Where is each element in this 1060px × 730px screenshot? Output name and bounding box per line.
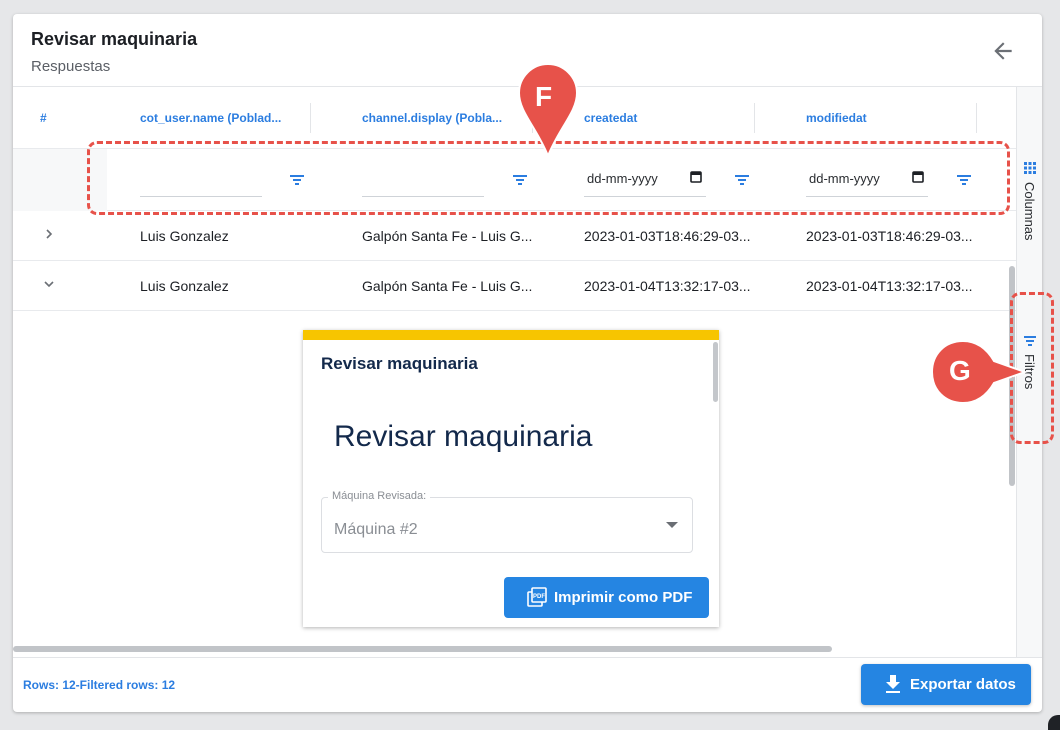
chevron-right-icon[interactable] <box>43 228 55 240</box>
column-separator[interactable] <box>976 103 977 133</box>
arrow-left-icon[interactable] <box>990 38 1016 64</box>
cell-user-name: Luis Gonzalez <box>140 228 229 244</box>
table-row[interactable]: Luis Gonzalez Galpón Santa Fe - Luis G..… <box>13 211 1016 261</box>
response-detail-card: Revisar maquinaria Revisar maquinaria Má… <box>303 330 719 627</box>
machine-select-value: Máquina #2 <box>334 521 418 538</box>
column-header-user-name[interactable]: cot_user.name (Poblad... <box>140 111 281 125</box>
column-header-createdat[interactable]: createdat <box>584 111 637 125</box>
grid-columns-icon <box>1024 162 1036 174</box>
page-title: Revisar maquinaria <box>31 29 198 49</box>
annotation-marker-f-label: F <box>535 81 553 112</box>
column-header-index[interactable]: # <box>40 111 47 125</box>
annotation-marker-g <box>930 339 1028 405</box>
column-header-channel[interactable]: channel.display (Pobla... <box>362 111 502 125</box>
pdf-icon: PDF <box>527 587 547 607</box>
print-pdf-label: Imprimir como PDF <box>554 589 693 606</box>
cell-modifiedat: 2023-01-04T13:32:17-03... <box>806 278 973 294</box>
cell-user-name: Luis Gonzalez <box>140 278 229 294</box>
column-separator[interactable] <box>310 103 311 133</box>
export-data-label: Exportar datos <box>910 676 1016 693</box>
table-row[interactable]: Luis Gonzalez Galpón Santa Fe - Luis G..… <box>13 261 1016 311</box>
row-count: Rows: 12-Filtered rows: 12 <box>23 678 176 692</box>
horizontal-scrollbar[interactable] <box>13 646 832 652</box>
columns-tab[interactable]: Columnas <box>1017 87 1042 262</box>
machine-select[interactable]: Máquina Revisada: Máquina #2 <box>321 490 693 553</box>
cell-createdat: 2023-01-04T13:32:17-03... <box>584 278 751 294</box>
download-icon <box>886 675 900 693</box>
annotation-marker-g-label: G <box>949 355 971 386</box>
form-heading: Revisar maquinaria <box>334 420 593 453</box>
columns-tab-label: Columnas <box>1022 182 1037 241</box>
caret-down-icon <box>666 522 678 528</box>
column-separator[interactable] <box>754 103 755 133</box>
cell-channel: Galpón Santa Fe - Luis G... <box>362 278 533 294</box>
machine-select-label: Máquina Revisada: <box>328 490 431 502</box>
cell-modifiedat: 2023-01-03T18:46:29-03... <box>806 228 973 244</box>
pdf-icon-text: PDF <box>533 594 545 600</box>
export-data-button[interactable]: Exportar datos <box>861 664 1031 705</box>
page-subtitle: Respuestas <box>31 58 111 75</box>
print-pdf-button[interactable]: PDF Imprimir como PDF <box>504 577 709 618</box>
card-title: Revisar maquinaria <box>321 354 478 373</box>
cell-channel: Galpón Santa Fe - Luis G... <box>362 228 533 244</box>
window-corner <box>1048 715 1060 730</box>
cell-createdat: 2023-01-03T18:46:29-03... <box>584 228 751 244</box>
grid-header-row: # cot_user.name (Poblad... channel.displ… <box>13 87 1016 149</box>
card-scrollbar[interactable] <box>713 342 718 402</box>
column-header-modifiedat[interactable]: modifiedat <box>806 111 867 125</box>
chevron-down-icon[interactable] <box>43 278 55 290</box>
grid-footer: Rows: 12-Filtered rows: 12 Exportar dato… <box>13 657 1042 712</box>
